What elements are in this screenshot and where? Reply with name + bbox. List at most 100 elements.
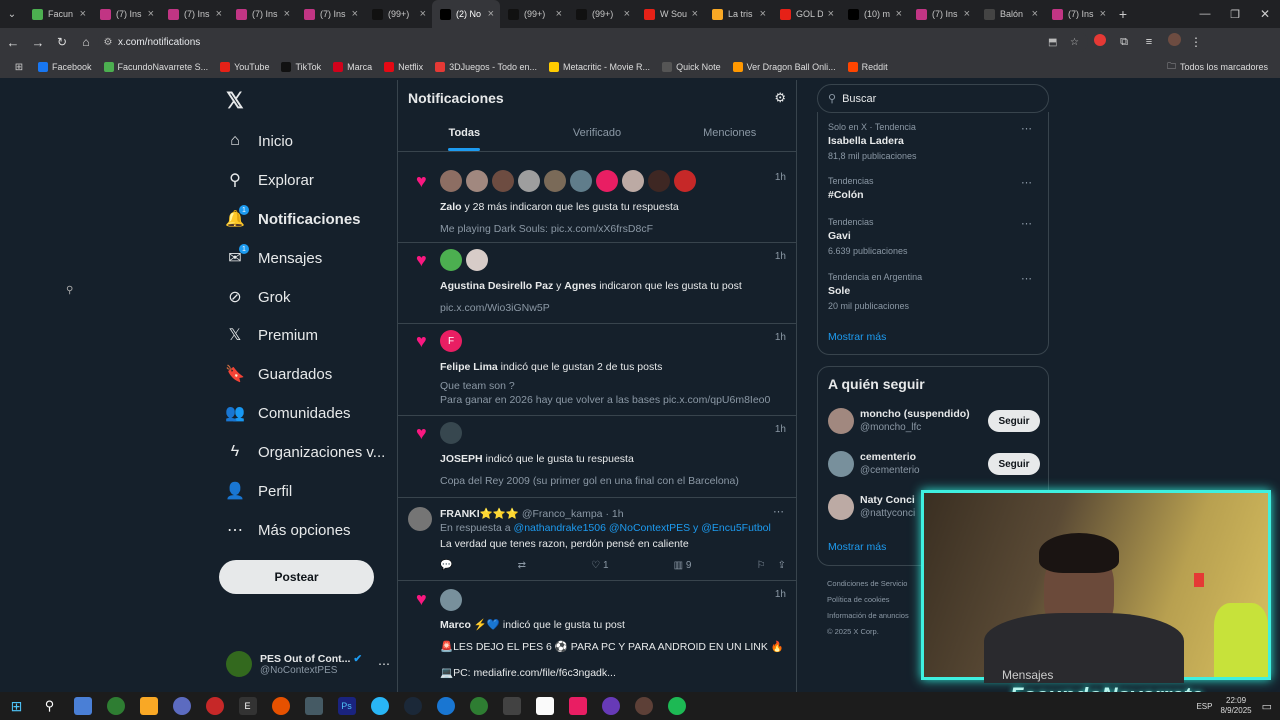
browser-tab[interactable]: (7) Ins ×	[1044, 0, 1112, 28]
reply-to-mentions[interactable]: @nathandrake1506 @NoContextPES y @Encu5F…	[514, 522, 771, 534]
forward-icon[interactable]: →	[26, 35, 50, 50]
photoshop-icon[interactable]: Ps	[337, 697, 356, 715]
tiktok-taskbar-icon[interactable]	[568, 697, 587, 715]
browser-tab[interactable]: GOL D ×	[772, 0, 840, 28]
tab-close-icon[interactable]: ×	[828, 8, 834, 20]
notification-item[interactable]: ♥ 1h Zalo y 28 más indicaron que les gus…	[398, 164, 796, 243]
bookmark-item[interactable]: FacundoNavarrete S...	[103, 62, 208, 72]
bookmark-item[interactable]: Facebook	[38, 62, 92, 72]
tweet-more-icon[interactable]: ⋯	[773, 505, 784, 518]
tab-close-icon[interactable]: ×	[624, 8, 630, 20]
install-icon[interactable]: ⬒	[1048, 37, 1070, 48]
steam-icon[interactable]	[403, 697, 422, 715]
browser-tab[interactable]: Balón ×	[976, 0, 1044, 28]
avatar[interactable]	[828, 408, 854, 434]
browser-tab[interactable]: (10) m ×	[840, 0, 908, 28]
sidebar-item-perfil[interactable]: 👤 Perfil	[225, 476, 292, 506]
like-button[interactable]: ♡ 1	[591, 560, 608, 571]
share-icon[interactable]: ⇪	[778, 560, 786, 571]
bookmark-item[interactable]: Quick Note	[662, 62, 721, 72]
avatar[interactable]	[622, 170, 644, 192]
trends-show-more-link[interactable]: Mostrar más	[828, 331, 886, 343]
browser-tab[interactable]: Facun ×	[24, 0, 92, 28]
avatar[interactable]	[466, 249, 488, 271]
bookmark-item[interactable]: YouTube	[220, 62, 269, 72]
all-bookmarks-folder[interactable]: 🗀 Todos los marcadores	[1167, 59, 1268, 75]
tab-close-icon[interactable]: ×	[284, 8, 290, 20]
sidebar-item-inicio[interactable]: ⌂ Inicio	[226, 126, 293, 156]
follow-suggestion[interactable]: moncho (suspendido) @moncho_lfc Seguir	[828, 407, 1040, 435]
trend-more-icon[interactable]: ⋯	[1021, 217, 1032, 230]
clock[interactable]: 22:09 8/9/2025	[1220, 696, 1251, 716]
x-logo-icon[interactable]: 𝕏	[226, 88, 244, 114]
sidebar-item-más-opciones[interactable]: ⋯ Más opciones	[226, 515, 351, 545]
browser-tab[interactable]: (7) Ins ×	[228, 0, 296, 28]
avatar[interactable]	[492, 170, 514, 192]
browser-tab[interactable]: (2) No ×	[432, 0, 500, 28]
site-info-icon[interactable]: ⚙	[98, 37, 118, 48]
bookmark-item[interactable]: Marca	[333, 62, 372, 72]
sidebar-item-premium[interactable]: 𝕏 Premium	[226, 320, 318, 350]
restore-button[interactable]: ❐	[1220, 8, 1250, 21]
avatar[interactable]	[440, 170, 462, 192]
app-icon[interactable]	[436, 697, 455, 715]
avatar[interactable]	[440, 589, 462, 611]
back-icon[interactable]: ←	[0, 35, 26, 50]
browser-tab[interactable]: (7) Ins ×	[908, 0, 976, 28]
post-button[interactable]: Postear	[219, 560, 374, 594]
tab-close-icon[interactable]: ×	[80, 8, 86, 20]
close-window-button[interactable]: ✕	[1250, 7, 1280, 21]
trend-item[interactable]: Tendencias #Colón ⋯	[828, 176, 1040, 201]
address-bar[interactable]: ⚙ x.com/notifications ⬒ ☆	[98, 31, 1088, 53]
sidebar-item-notificaciones[interactable]: 🔔 1 Notificaciones	[225, 204, 361, 234]
sidebar-item-grok[interactable]: ⊘ Grok	[226, 282, 290, 312]
tab-close-icon[interactable]: ×	[1032, 8, 1038, 20]
windows-start-icon[interactable]: ⊞	[8, 697, 26, 715]
app-icon[interactable]	[172, 697, 191, 715]
tab-close-icon[interactable]: ×	[964, 8, 970, 20]
tab-close-icon[interactable]: ×	[352, 8, 358, 20]
tab-close-icon[interactable]: ×	[420, 8, 426, 20]
trend-more-icon[interactable]: ⋯	[1021, 176, 1032, 189]
avatar[interactable]	[466, 170, 488, 192]
reply-tweet[interactable]: FRANKI⭐⭐⭐ @Franco_kampa · 1h ⋯ En respue…	[398, 498, 796, 581]
telegram-icon[interactable]	[370, 697, 389, 715]
bookmark-item[interactable]: Metacritic - Movie R...	[549, 62, 650, 72]
obs-icon[interactable]	[205, 697, 224, 715]
tab-todas[interactable]: Todas	[398, 120, 531, 151]
browser-tab[interactable]: W Sou ×	[636, 0, 704, 28]
avatar[interactable]	[674, 170, 696, 192]
sidebar-item-organizaciones-v[interactable]: ϟ Organizaciones v...	[226, 437, 386, 467]
avatar[interactable]	[570, 170, 592, 192]
tab-close-icon[interactable]: ×	[896, 8, 902, 20]
avatar[interactable]	[648, 170, 670, 192]
follow-suggestion[interactable]: cementerio @cementerio Seguir	[828, 450, 1040, 478]
home-button-icon[interactable]: ⌂	[74, 35, 98, 49]
avatar[interactable]	[544, 170, 566, 192]
avatar[interactable]	[440, 249, 462, 271]
bookmark-item[interactable]: Reddit	[847, 62, 888, 72]
settings-gear-icon[interactable]: ⚙	[774, 90, 786, 106]
avatar[interactable]	[596, 170, 618, 192]
trend-more-icon[interactable]: ⋯	[1021, 122, 1032, 135]
tab-search-chevron-icon[interactable]: ⌄	[0, 9, 24, 20]
star-icon[interactable]: ☆	[1070, 37, 1088, 48]
reply-icon[interactable]: 💬	[440, 560, 452, 571]
media-icon[interactable]: ≡	[1136, 36, 1162, 48]
browser-tab[interactable]: (99+) ×	[364, 0, 432, 28]
capcut-alt-icon[interactable]	[535, 697, 554, 715]
search-taskbar-icon[interactable]: ⚲	[41, 697, 59, 715]
avatar[interactable]	[518, 170, 540, 192]
sidebar-item-comunidades[interactable]: 👥 Comunidades	[225, 398, 351, 428]
app-icon[interactable]	[502, 697, 521, 715]
bookmark-item[interactable]: TikTok	[281, 62, 321, 72]
trend-more-icon[interactable]: ⋯	[1021, 272, 1032, 285]
search-input[interactable]: ⚲ Buscar	[817, 84, 1049, 113]
language-indicator[interactable]: ESP	[1196, 702, 1212, 711]
reload-icon[interactable]: ↻	[50, 35, 74, 49]
browser-menu-icon[interactable]: ⋮	[1186, 35, 1206, 49]
footer-ads-info-link[interactable]: Información de anuncios	[827, 608, 909, 624]
browser-tab[interactable]: (99+) ×	[500, 0, 568, 28]
trend-item[interactable]: Tendencias Gavi 6.639 publicaciones ⋯	[828, 217, 1040, 256]
footer-terms-link[interactable]: Condiciones de Servicio	[827, 576, 909, 592]
